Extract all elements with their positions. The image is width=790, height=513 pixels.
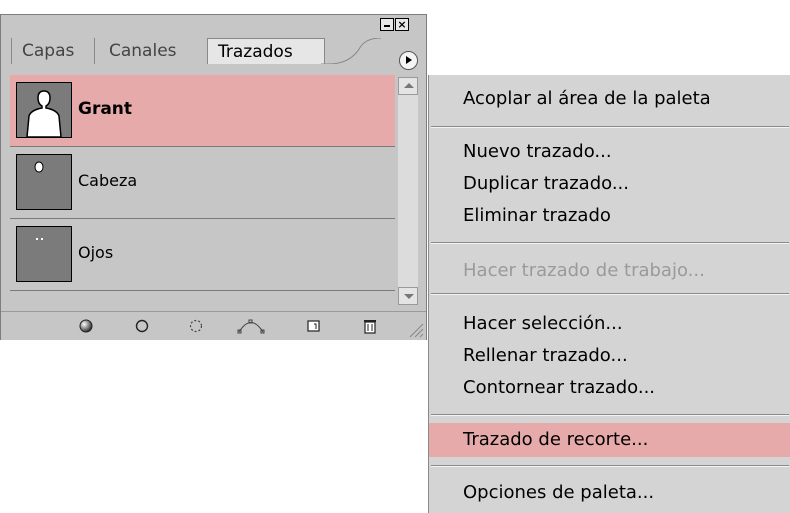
path-name: Grant [78,99,133,119]
tab-capas[interactable]: Capas [11,38,93,64]
new-path-icon[interactable] [305,317,323,335]
head-shape-icon [34,161,44,173]
menu-separator [431,126,789,128]
menu-item-delete-path[interactable]: Eliminar trazado [429,200,790,232]
menu-item-new-path[interactable]: Nuevo trazado... [429,136,790,168]
menu-item-make-work-path[interactable]: Hacer trazado de trabajo... [429,255,790,287]
menu-separator [431,414,789,416]
path-name: Cabeza [78,171,138,190]
trash-icon[interactable] [361,317,379,335]
path-row-cabeza[interactable]: Cabeza [10,147,395,219]
menu-item-stroke-path[interactable]: Contornear trazado... [429,372,790,404]
menu-item-duplicate-path[interactable]: Duplicar trazado... [429,168,790,200]
paths-list: Grant Cabeza Ojos [10,75,395,305]
tab-divider-curve [321,38,381,64]
palette-flyout-menu: Acoplar al área de la paleta Nuevo traza… [428,75,790,513]
path-thumbnail-ojos [16,226,72,282]
palette-tabs: Capas Canales Trazados [1,35,426,65]
minimize-button[interactable] [380,18,394,31]
path-name: Ojos [78,243,114,262]
path-thumbnail-cabeza [16,154,72,210]
tab-canales[interactable]: Canales [94,38,204,64]
menu-separator [431,465,789,467]
load-selection-icon[interactable] [187,317,205,335]
tab-trazados[interactable]: Trazados [207,38,325,64]
make-work-path-icon[interactable] [237,317,265,335]
path-row-grant[interactable]: Grant [10,75,395,147]
paths-palette: × Capas Canales Trazados Grant Cabeza Oj… [0,14,427,340]
menu-item-fill-path[interactable]: Rellenar trazado... [429,340,790,372]
menu-separator [431,293,789,295]
close-button[interactable]: × [395,18,409,31]
scroll-up-button[interactable] [398,77,418,95]
resize-grip-icon[interactable] [406,320,424,338]
silhouette-icon [26,90,62,138]
stroke-path-icon[interactable] [133,317,151,335]
menu-item-dock-to-palette-well[interactable]: Acoplar al área de la paleta [429,83,790,115]
path-row-ojos[interactable]: Ojos [10,219,395,291]
paths-scrollbar[interactable] [398,77,418,305]
menu-separator [431,242,789,244]
menu-item-palette-options[interactable]: Opciones de paleta... [429,477,790,509]
palette-bottom-bar [1,311,426,340]
scroll-down-button[interactable] [398,287,418,305]
eyes-shape-icon [36,238,43,240]
palette-titlebar[interactable]: × [1,15,426,33]
path-thumbnail-grant [16,82,72,138]
palette-menu-button[interactable] [399,51,418,70]
menu-item-clipping-path[interactable]: Trazado de recorte... [429,423,790,457]
menu-item-make-selection[interactable]: Hacer selección... [429,308,790,340]
fill-path-icon[interactable] [77,317,95,335]
